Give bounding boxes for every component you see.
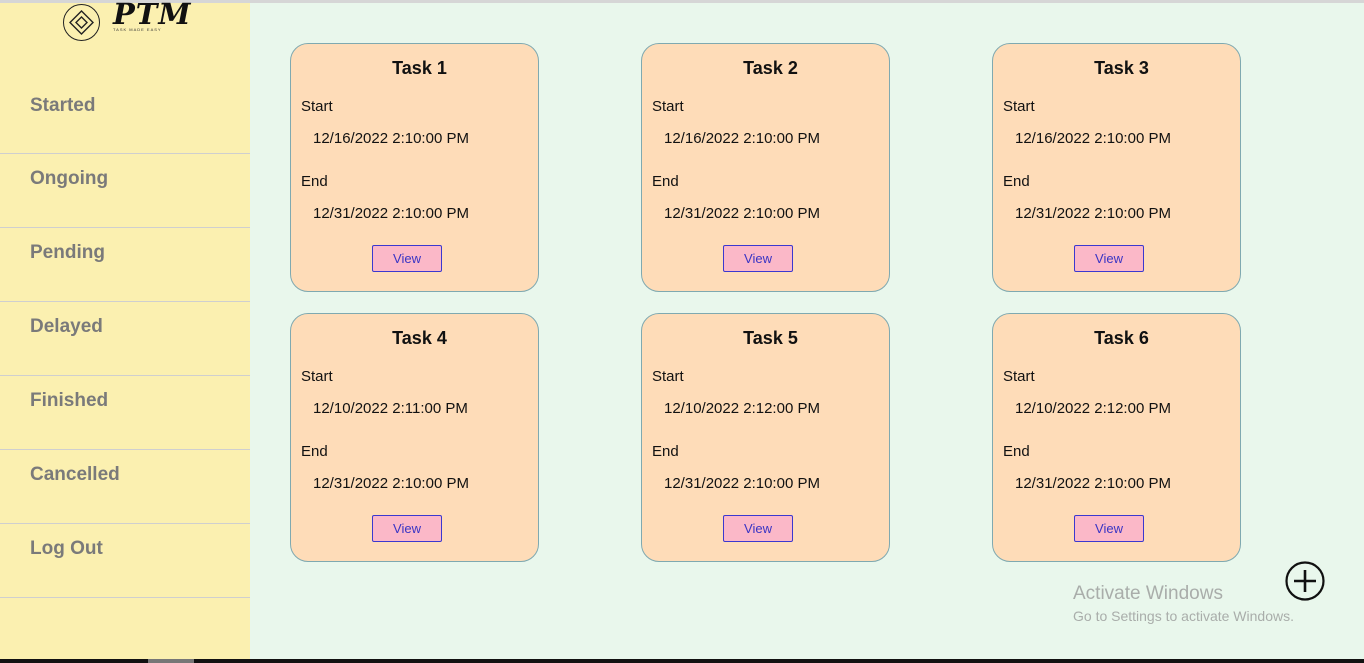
task-card: Task 4 Start 12/10/2022 2:11:00 PM End 1… [290,313,539,562]
logo-diamond-icon [63,4,100,41]
sidebar-item-label: Delayed [30,316,103,337]
end-datetime: 12/31/2022 2:10:00 PM [1015,475,1171,492]
view-button[interactable]: View [372,245,442,272]
end-label: End [1003,443,1030,460]
taskbar-edge [0,659,1364,663]
sidebar-item-ongoing[interactable]: Ongoing [0,154,250,228]
end-label: End [301,173,328,190]
task-title: Task 3 [1094,58,1149,78]
plus-circle-icon [1285,561,1325,601]
sidebar-item-label: Ongoing [30,168,109,189]
watermark-subtitle: Go to Settings to activate Windows. [1073,608,1294,624]
sidebar-item-label: Log Out [30,538,103,559]
start-datetime: 12/10/2022 2:11:00 PM [313,400,468,417]
sidebar-item-logout[interactable]: Log Out [0,524,250,598]
sidebar-item-cancelled[interactable]: Cancelled [0,450,250,524]
view-button[interactable]: View [723,245,793,272]
logo: PTM TASK MADE EASY [63,0,191,45]
sidebar-item-label: Cancelled [30,464,120,485]
view-button[interactable]: View [1074,245,1144,272]
view-button[interactable]: View [372,515,442,542]
start-label: Start [1003,98,1035,115]
sidebar-nav: Started Ongoing Pending Delayed Finished… [0,81,250,598]
task-title: Task 5 [743,328,798,348]
end-label: End [652,443,679,460]
start-label: Start [301,368,333,385]
sidebar-item-label: Started [30,95,96,116]
end-label: End [301,443,328,460]
sidebar-item-label: Finished [30,390,109,411]
view-button[interactable]: View [1074,515,1144,542]
sidebar: PTM TASK MADE EASY Started Ongoing Pendi… [0,0,250,659]
task-title: Task 2 [743,58,798,78]
task-card: Task 6 Start 12/10/2022 2:12:00 PM End 1… [992,313,1241,562]
start-label: Start [1003,368,1035,385]
end-datetime: 12/31/2022 2:10:00 PM [1015,205,1171,222]
sidebar-item-pending[interactable]: Pending [0,228,250,302]
sidebar-item-started[interactable]: Started [0,81,250,154]
start-label: Start [301,98,333,115]
end-datetime: 12/31/2022 2:10:00 PM [664,475,820,492]
end-datetime: 12/31/2022 2:10:00 PM [313,475,469,492]
start-datetime: 12/16/2022 2:10:00 PM [664,130,820,147]
task-title: Task 1 [392,58,447,78]
end-label: End [1003,173,1030,190]
end-datetime: 12/31/2022 2:10:00 PM [313,205,469,222]
task-card: Task 5 Start 12/10/2022 2:12:00 PM End 1… [641,313,890,562]
sidebar-item-finished[interactable]: Finished [0,376,250,450]
task-title: Task 6 [1094,328,1149,348]
start-datetime: 12/16/2022 2:10:00 PM [1015,130,1171,147]
end-datetime: 12/31/2022 2:10:00 PM [664,205,820,222]
task-card: Task 3 Start 12/16/2022 2:10:00 PM End 1… [992,43,1241,292]
task-card: Task 2 Start 12/16/2022 2:10:00 PM End 1… [641,43,890,292]
watermark-title: Activate Windows [1073,583,1223,604]
logo-tagline: TASK MADE EASY [113,27,162,32]
start-label: Start [652,98,684,115]
add-task-button[interactable] [1285,561,1325,601]
activate-windows-watermark: Activate Windows Go to Settings to activ… [1073,583,1294,624]
start-datetime: 12/10/2022 2:12:00 PM [664,400,820,417]
view-button[interactable]: View [723,515,793,542]
task-card: Task 1 Start 12/16/2022 2:10:00 PM End 1… [290,43,539,292]
sidebar-item-delayed[interactable]: Delayed [0,302,250,376]
end-label: End [652,173,679,190]
start-datetime: 12/16/2022 2:10:00 PM [313,130,469,147]
start-label: Start [652,368,684,385]
start-datetime: 12/10/2022 2:12:00 PM [1015,400,1171,417]
task-title: Task 4 [392,328,447,348]
sidebar-item-label: Pending [30,242,105,263]
